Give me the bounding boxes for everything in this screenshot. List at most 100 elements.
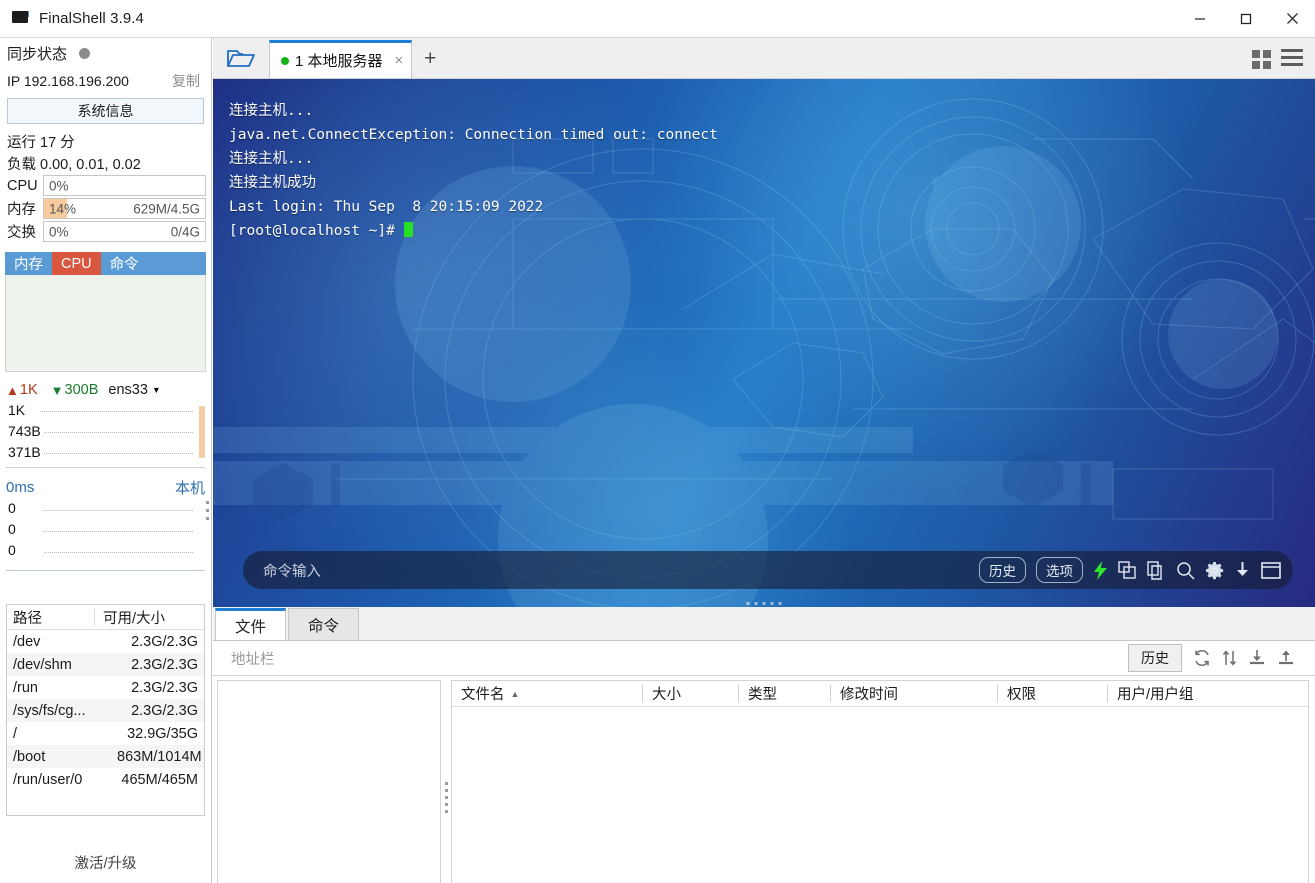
ping-axis-label-1: 0 <box>8 500 19 516</box>
upload-file-icon[interactable] <box>1277 649 1295 667</box>
column-size[interactable]: 大小 <box>642 685 738 703</box>
app-title: FinalShell 3.9.4 <box>39 10 144 27</box>
ping-latency-label: 0ms <box>6 478 35 496</box>
minimize-button[interactable] <box>1177 0 1223 37</box>
sidebar-scroll-dots[interactable] <box>205 496 211 532</box>
ping-axis-label-2: 0 <box>8 521 19 537</box>
table-row[interactable]: /boot 863M/1014M <box>7 745 204 768</box>
open-folder-icon[interactable] <box>213 38 269 78</box>
command-input-bar[interactable]: 命令输入 历史 选项 <box>243 551 1293 589</box>
memory-meter-percent: 14% <box>49 201 77 216</box>
column-filename[interactable]: 文件名 ▲ <box>452 685 642 703</box>
monitor-tab-bar: 内存 CPU 命令 <box>5 252 206 275</box>
split-screen-icon[interactable] <box>1118 560 1137 580</box>
column-permissions[interactable]: 权限 <box>997 685 1107 703</box>
address-bar-input[interactable]: 地址栏 <box>231 648 275 669</box>
upload-rate-label: 1K <box>19 382 38 398</box>
monitor-tab-command[interactable]: 命令 <box>101 252 148 275</box>
ping-header: 0ms 本机 <box>0 475 211 499</box>
activate-upgrade-link[interactable]: 激活/升级 <box>0 852 211 873</box>
tabstrip-actions <box>1252 49 1315 78</box>
panel-resize-handle[interactable] <box>746 602 782 605</box>
ping-axis-label-3: 0 <box>8 542 19 558</box>
table-row[interactable]: /dev/shm 2.3G/2.3G <box>7 653 204 676</box>
table-row[interactable]: /run/user/0 465M/465M <box>7 768 204 791</box>
search-icon[interactable] <box>1176 561 1195 580</box>
menu-icon[interactable] <box>1281 49 1303 70</box>
sync-status-row: 同步状态 <box>0 38 211 68</box>
paste-icon[interactable] <box>1147 560 1166 580</box>
network-interface-label[interactable]: ens33 <box>108 382 148 398</box>
network-axis-label-1: 1K <box>8 402 29 418</box>
network-graph-scrollbar[interactable] <box>199 406 205 458</box>
file-history-button[interactable]: 历史 <box>1128 644 1182 672</box>
column-modified[interactable]: 修改时间 <box>830 685 997 703</box>
tab-commands[interactable]: 命令 <box>288 608 360 640</box>
disk-path: /boot <box>13 748 46 765</box>
swap-meter-bar: 0% 0/4G <box>43 221 206 242</box>
terminal-options-button[interactable]: 选项 <box>1036 557 1083 583</box>
close-button[interactable] <box>1269 0 1315 37</box>
new-tab-button[interactable]: + <box>412 40 448 78</box>
table-row[interactable]: / 32.9G/35G <box>7 722 204 745</box>
command-input-placeholder[interactable]: 命令输入 <box>263 560 321 581</box>
maximize-button[interactable] <box>1223 0 1269 37</box>
disk-path: /sys/fs/cg... <box>13 702 86 719</box>
swap-meter-value: 0/4G <box>170 224 200 239</box>
table-row[interactable]: /sys/fs/cg... 2.3G/2.3G <box>7 699 204 722</box>
close-icon[interactable]: × <box>395 52 404 69</box>
file-manager-body: 文件名 ▲ 大小 类型 修改时间 权限 用户/用户组 <box>213 676 1315 883</box>
download-file-icon[interactable] <box>1248 649 1266 667</box>
disk-path: /run/user/0 <box>13 771 83 788</box>
terminal-tab-1[interactable]: 1 本地服务器 × <box>269 40 413 78</box>
terminal-output: 连接主机... java.net.ConnectException: Conne… <box>229 99 1305 243</box>
window-controls <box>1177 0 1315 37</box>
table-row[interactable]: /dev 2.3G/2.3G <box>7 630 204 653</box>
disk-path: /run <box>13 679 38 696</box>
bolt-icon[interactable] <box>1093 560 1108 580</box>
memory-meter-label: 内存 <box>7 202 36 218</box>
sort-ascending-icon: ▲ <box>510 688 520 699</box>
uptime-label: 运行 17 分 <box>7 134 75 151</box>
terminal-panel[interactable]: 连接主机... java.net.ConnectException: Conne… <box>213 79 1315 607</box>
refresh-icon[interactable] <box>1193 649 1211 667</box>
terminal-history-button[interactable]: 历史 <box>979 557 1026 583</box>
download-arrow-icon: ▼ <box>50 382 64 398</box>
terminal-tab-bar: 1 本地服务器 × + <box>213 38 1315 79</box>
load-average-label: 负载 0.00, 0.01, 0.02 <box>7 156 141 173</box>
disk-table-header: 路径 可用/大小 <box>7 605 204 630</box>
column-owner-group[interactable]: 用户/用户组 <box>1107 685 1308 703</box>
monitor-tab-cpu[interactable]: CPU <box>52 252 101 275</box>
pane-splitter[interactable] <box>441 680 451 883</box>
ping-host-label[interactable]: 本机 <box>175 477 205 498</box>
disk-usage-table: 路径 可用/大小 /dev 2.3G/2.3G /dev/shm 2.3G/2.… <box>6 604 205 816</box>
memory-meter-row: 内存 14% 629M/4.5G <box>0 197 211 220</box>
disk-column-size[interactable]: 可用/大小 <box>95 607 204 628</box>
gear-icon[interactable] <box>1205 561 1224 580</box>
sort-updown-icon[interactable] <box>1222 649 1237 667</box>
terminal-tab-label: 1 本地服务器 <box>295 53 383 70</box>
connection-status-icon <box>281 56 289 65</box>
grid-layout-icon[interactable] <box>1252 50 1271 69</box>
table-row[interactable]: /run 2.3G/2.3G <box>7 676 204 699</box>
disk-size: 2.3G/2.3G <box>131 633 198 650</box>
terminal-cursor <box>403 222 413 237</box>
disk-column-path[interactable]: 路径 <box>7 608 95 627</box>
file-list-pane[interactable]: 文件名 ▲ 大小 类型 修改时间 权限 用户/用户组 <box>451 680 1309 883</box>
directory-tree-pane[interactable] <box>217 680 441 883</box>
copy-ip-button[interactable]: 复制 <box>172 71 204 91</box>
ping-graph: 0 0 0 <box>6 499 205 571</box>
network-axis-label-3: 371B <box>8 444 44 460</box>
monitor-tab-memory[interactable]: 内存 <box>5 252 52 275</box>
window-icon[interactable] <box>1261 561 1281 579</box>
download-icon[interactable] <box>1234 561 1251 580</box>
chevron-down-icon[interactable]: ▼ <box>152 385 161 395</box>
system-info-button[interactable]: 系统信息 <box>7 98 204 124</box>
tab-files[interactable]: 文件 <box>215 608 287 640</box>
ip-row: IP 192.168.196.200 复制 <box>0 68 211 94</box>
file-manager-actions: 历史 <box>1128 644 1307 672</box>
ip-address-label: IP 192.168.196.200 <box>7 73 129 89</box>
download-rate-label: 300B <box>64 382 99 398</box>
column-type[interactable]: 类型 <box>738 685 830 703</box>
monitor-graph-panel <box>5 275 206 372</box>
